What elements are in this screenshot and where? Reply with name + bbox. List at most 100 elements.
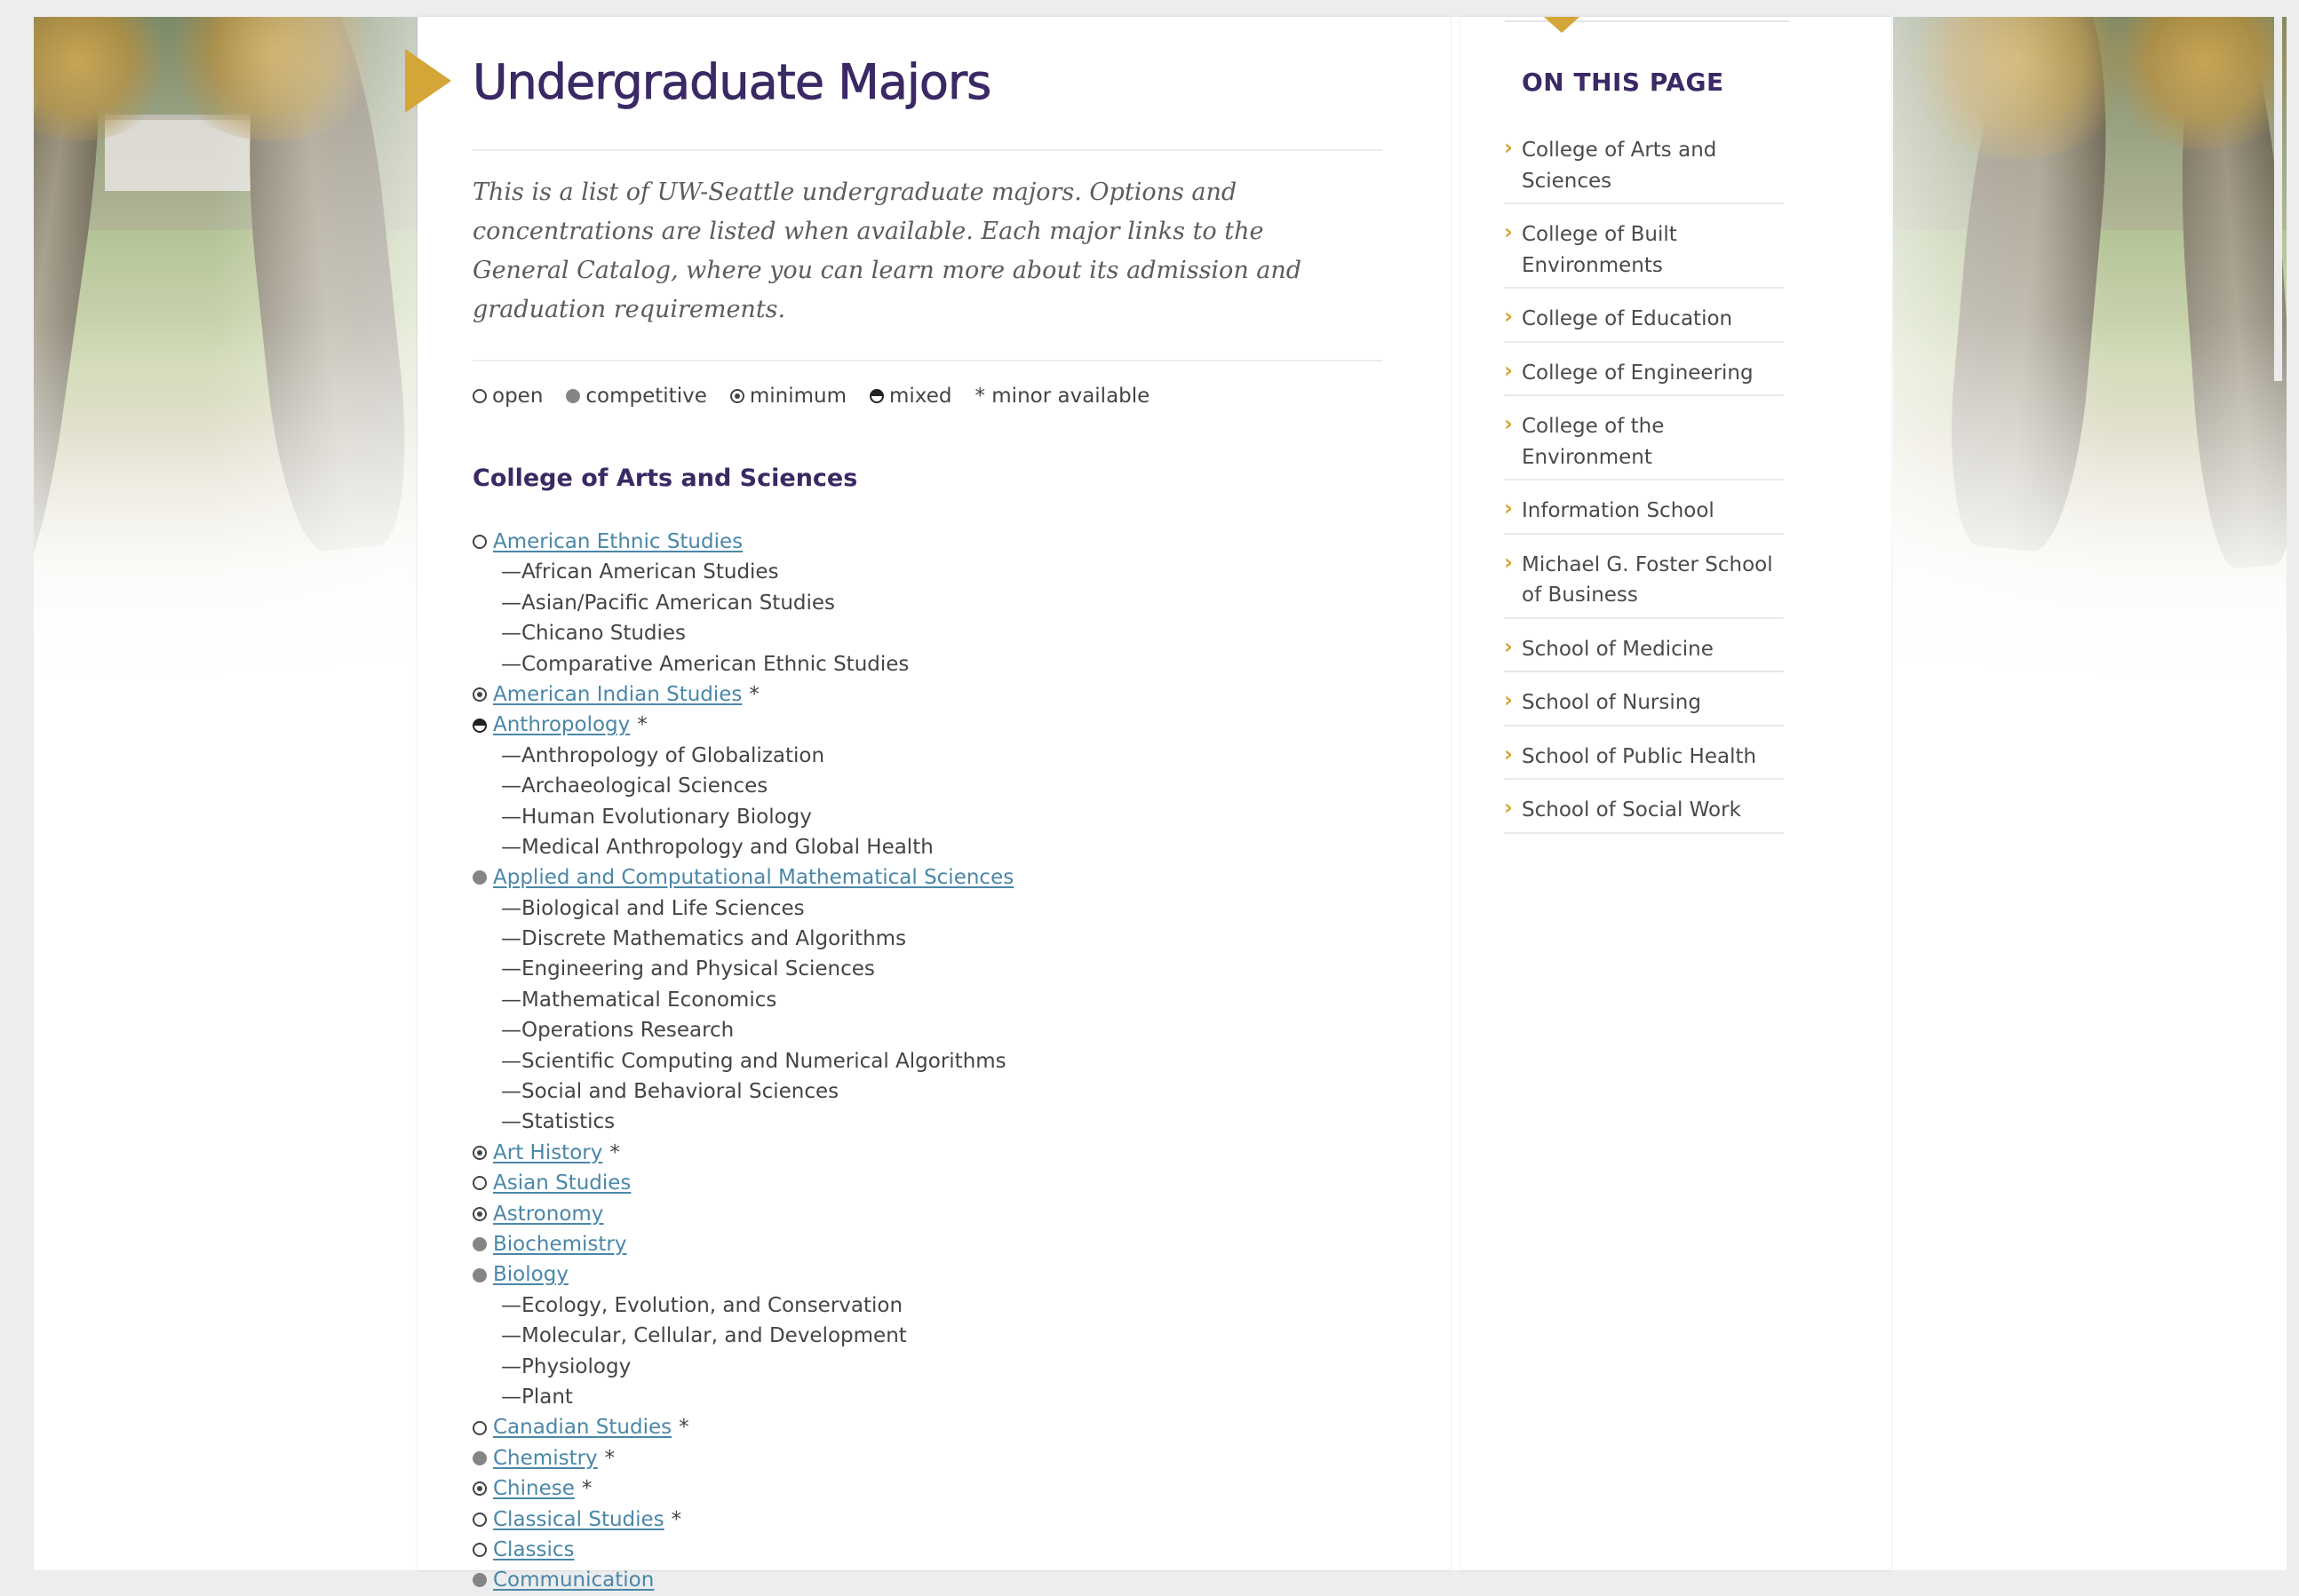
major-item: Biology xyxy=(473,1259,1014,1290)
sidebar-nav-item[interactable]: College of Engineering xyxy=(1504,343,1784,396)
legend-open-label: open xyxy=(492,385,544,408)
major-link[interactable]: Classics xyxy=(493,1535,575,1565)
major-item: Art History * xyxy=(473,1138,1014,1168)
filled-circle-icon xyxy=(473,870,487,885)
sidebar-nav-link[interactable]: College of Arts and Sciences xyxy=(1522,139,1716,193)
sidebar-nav-item[interactable]: College of the Environment xyxy=(1504,396,1784,480)
major-item: Astronomy xyxy=(473,1199,1014,1229)
legend-competitive-label: competitive xyxy=(585,385,707,408)
option-item: —Archaeological Sciences xyxy=(501,774,768,798)
sidebar-nav-link[interactable]: School of Nursing xyxy=(1522,691,1701,714)
option-item: —Ecology, Evolution, and Conservation xyxy=(501,1293,903,1317)
dotted-circle-icon xyxy=(473,1206,487,1221)
open-circle-icon xyxy=(473,535,487,550)
option-item: —African American Studies xyxy=(501,560,779,584)
option-item: —Discrete Mathematics and Algorithms xyxy=(501,927,907,951)
sidebar-nav-item[interactable]: School of Social Work xyxy=(1504,780,1784,834)
major-item: American Ethnic Studies xyxy=(473,527,1014,557)
sidebar-nav-item[interactable]: College of Arts and Sciences xyxy=(1504,120,1784,204)
sidebar-nav-link[interactable]: Information School xyxy=(1522,499,1714,522)
option-item: —Anthropology of Globalization xyxy=(501,743,825,767)
major-item: Chinese * xyxy=(473,1473,1014,1504)
sidebar-nav-item[interactable]: School of Public Health xyxy=(1504,727,1784,780)
major-link[interactable]: Astronomy xyxy=(493,1199,603,1229)
legend-open: open xyxy=(473,385,543,408)
option-item: —Physiology xyxy=(501,1354,632,1378)
open-circle-icon xyxy=(473,1176,487,1191)
major-link[interactable]: Communication xyxy=(493,1565,654,1595)
dotted-circle-icon xyxy=(473,687,487,703)
sidebar-nav-item[interactable]: College of Education xyxy=(1504,289,1784,343)
sidebar-nav-item[interactable]: Information School xyxy=(1504,480,1784,535)
option-item: —Plant xyxy=(501,1385,573,1409)
legend-competitive: competitive xyxy=(566,385,707,408)
half-filled-circle-icon xyxy=(473,718,487,733)
title-divider xyxy=(473,149,1382,151)
option-item: —Scientific Computing and Numerical Algo… xyxy=(501,1049,1006,1073)
major-link[interactable]: Chinese xyxy=(493,1473,575,1504)
admission-legend: open competitive minimum mixed * minor a… xyxy=(473,385,1173,408)
major-item: American Indian Studies * xyxy=(473,679,1014,710)
option-item: —Biological and Life Sciences xyxy=(501,896,805,920)
major-link[interactable]: Chemistry xyxy=(493,1443,598,1473)
major-link[interactable]: American Indian Studies xyxy=(493,679,742,710)
major-item: Communication xyxy=(473,1565,1014,1595)
dotted-circle-icon xyxy=(729,389,744,403)
option-item: —Chicano Studies xyxy=(501,622,687,646)
open-circle-icon xyxy=(473,1512,487,1527)
sidebar-heading: ON THIS PAGE xyxy=(1522,67,1724,97)
major-item: Classical Studies * xyxy=(473,1505,1014,1535)
minor-available-marker: * xyxy=(581,1477,593,1501)
major-link[interactable]: Anthropology xyxy=(493,710,630,740)
legend-mixed-label: mixed xyxy=(889,385,952,408)
sidebar-nav-link[interactable]: School of Social Work xyxy=(1522,798,1741,822)
major-link[interactable]: Biochemistry xyxy=(493,1229,626,1259)
sidebar-nav-item[interactable]: Michael G. Foster School of Business xyxy=(1504,535,1784,619)
major-link[interactable]: Biology xyxy=(493,1259,569,1290)
sidebar-nav-item[interactable]: School of Medicine xyxy=(1504,619,1784,672)
major-item: Biochemistry xyxy=(473,1229,1014,1259)
option-item: —Medical Anthropology and Global Health xyxy=(501,835,934,859)
dotted-circle-icon xyxy=(473,1146,487,1160)
open-circle-icon xyxy=(473,389,487,403)
sidebar-nav-link[interactable]: College of Education xyxy=(1522,307,1732,330)
filled-circle-icon xyxy=(566,389,581,403)
major-item: Applied and Computational Mathematical S… xyxy=(473,862,1014,893)
legend-minimum-label: minimum xyxy=(749,385,847,408)
open-circle-icon xyxy=(473,1543,487,1558)
legend-minimum: minimum xyxy=(729,385,847,408)
sidebar-notch-marker xyxy=(1544,17,1579,33)
major-link[interactable]: Applied and Computational Mathematical S… xyxy=(493,862,1014,893)
option-item: —Operations Research xyxy=(501,1019,735,1043)
main-content-panel: Undergraduate Majors This is a list of U… xyxy=(405,17,1451,1592)
sidebar-nav-link[interactable]: College of the Environment xyxy=(1522,415,1664,469)
sidebar-nav-link[interactable]: College of Engineering xyxy=(1522,361,1754,385)
page-title: Undergraduate Majors xyxy=(473,54,992,111)
sidebar-nav-link[interactable]: College of Built Environments xyxy=(1522,223,1677,277)
option-item: —Human Evolutionary Biology xyxy=(501,805,812,829)
option-item: —Asian/Pacific American Studies xyxy=(501,591,836,615)
major-item: Anthropology * xyxy=(473,710,1014,740)
major-link[interactable]: Asian Studies xyxy=(493,1168,631,1198)
half-filled-circle-icon xyxy=(870,389,885,403)
sidebar-nav-item[interactable]: School of Nursing xyxy=(1504,672,1784,727)
option-item: —Statistics xyxy=(501,1110,616,1134)
major-item: Chemistry * xyxy=(473,1443,1014,1473)
sidebar-nav-item[interactable]: College of Built Environments xyxy=(1504,204,1784,289)
sidebar-nav-link[interactable]: School of Medicine xyxy=(1522,638,1714,661)
major-link[interactable]: American Ethnic Studies xyxy=(493,527,743,557)
page-scrollbar[interactable] xyxy=(2274,17,2282,381)
option-item: —Comparative American Ethnic Studies xyxy=(501,652,910,676)
title-flag-marker xyxy=(405,49,451,113)
sidebar-nav-link[interactable]: School of Public Health xyxy=(1522,745,1756,768)
major-link[interactable]: Classical Studies xyxy=(493,1505,664,1535)
major-link[interactable]: Art History xyxy=(493,1138,602,1168)
sidebar-nav-link[interactable]: Michael G. Foster School of Business xyxy=(1522,553,1773,607)
minor-available-marker: * xyxy=(671,1507,682,1531)
major-link[interactable]: Canadian Studies xyxy=(493,1412,672,1442)
filled-circle-icon xyxy=(473,1267,487,1282)
campus-photo-left xyxy=(34,17,425,692)
major-item: Canadian Studies * xyxy=(473,1412,1014,1442)
filled-circle-icon xyxy=(473,1237,487,1252)
minor-available-marker: * xyxy=(637,713,648,737)
